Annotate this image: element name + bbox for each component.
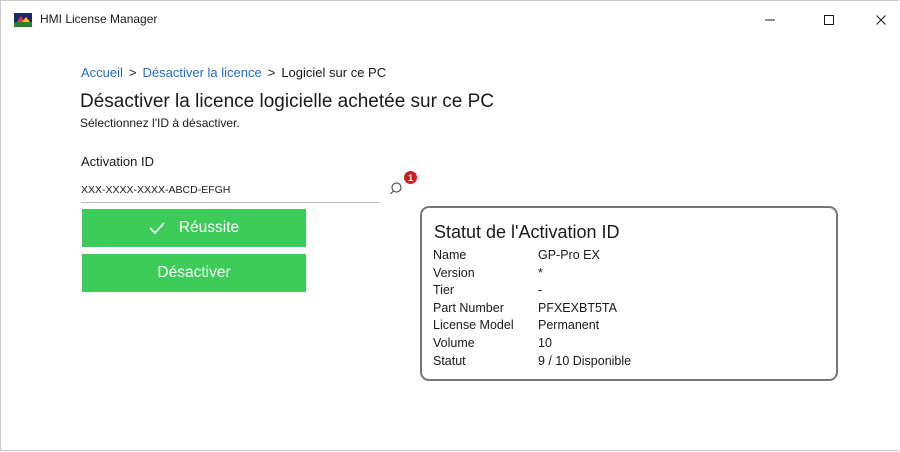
activation-id-input[interactable] bbox=[81, 177, 379, 203]
activation-id-label: Activation ID bbox=[81, 154, 154, 169]
status-key: Volume bbox=[433, 335, 475, 350]
close-icon bbox=[876, 15, 886, 25]
status-key: Part Number bbox=[433, 300, 504, 315]
status-row-name: Name GP-Pro EX bbox=[433, 248, 631, 266]
breadcrumb-current: Logiciel sur ce PC bbox=[281, 65, 387, 80]
deactivate-button-label: Désactiver bbox=[157, 264, 231, 281]
success-button[interactable]: Réussite bbox=[82, 209, 306, 247]
activation-status-card: Statut de l'Activation ID Name GP-Pro EX… bbox=[420, 206, 838, 381]
status-key: Tier bbox=[433, 283, 455, 298]
deactivate-button[interactable]: Désactiver bbox=[82, 254, 306, 292]
minimize-icon bbox=[765, 19, 775, 21]
breadcrumb-separator: > bbox=[267, 65, 276, 80]
status-row-volume: Volume 10 bbox=[433, 336, 631, 354]
breadcrumb-deactivate-link[interactable]: Désactiver la licence bbox=[143, 65, 262, 80]
status-card-title: Statut de l'Activation ID bbox=[434, 222, 620, 242]
maximize-button[interactable] bbox=[809, 7, 849, 33]
status-value: 10 bbox=[538, 335, 552, 350]
breadcrumb: Accueil > Désactiver la licence > Logiciel s… bbox=[81, 65, 386, 80]
maximize-icon bbox=[824, 15, 834, 25]
title-bar[interactable]: HMI License Manager bbox=[1, 1, 900, 37]
status-row-statut: Statut 9 / 10 Disponible bbox=[433, 354, 631, 372]
status-value: 9 / 10 Disponible bbox=[538, 353, 632, 368]
app-logo-icon bbox=[14, 13, 32, 27]
minimize-button[interactable] bbox=[750, 7, 790, 33]
search-button[interactable] bbox=[390, 181, 406, 197]
checkmark-icon bbox=[149, 222, 165, 234]
status-value: Permanent bbox=[538, 318, 600, 333]
breadcrumb-home-link[interactable]: Accueil bbox=[81, 65, 123, 80]
notification-badge: 1 bbox=[404, 171, 417, 184]
status-row-part-number: Part Number PFXEXBT5TA bbox=[433, 301, 631, 319]
status-value: - bbox=[538, 283, 543, 298]
success-button-label: Réussite bbox=[178, 219, 240, 236]
status-row-version: Version * bbox=[433, 266, 631, 284]
status-value: GP-Pro EX bbox=[538, 248, 600, 262]
status-value: * bbox=[538, 265, 543, 280]
status-row-tier: Tier - bbox=[433, 283, 631, 301]
status-key: Version bbox=[433, 265, 475, 280]
page-title: Désactiver la licence logicielle achetée… bbox=[80, 91, 494, 112]
close-button[interactable] bbox=[861, 7, 900, 33]
status-value: PFXEXBT5TA bbox=[538, 300, 617, 315]
page-subtitle: Sélectionnez l'ID à désactiver. bbox=[80, 116, 240, 130]
window-title: HMI License Manager bbox=[40, 12, 158, 26]
search-icon bbox=[390, 182, 402, 195]
app-window: HMI License Manager Accueil > Désactiver l… bbox=[0, 0, 899, 451]
status-details: Name GP-Pro EX Version * Tier - Part Num… bbox=[433, 248, 631, 371]
status-key: License Model bbox=[433, 318, 514, 333]
status-key: Name bbox=[433, 248, 467, 262]
status-row-license-model: License Model Permanent bbox=[433, 318, 631, 336]
status-key: Statut bbox=[433, 353, 466, 368]
breadcrumb-separator: > bbox=[128, 65, 137, 80]
